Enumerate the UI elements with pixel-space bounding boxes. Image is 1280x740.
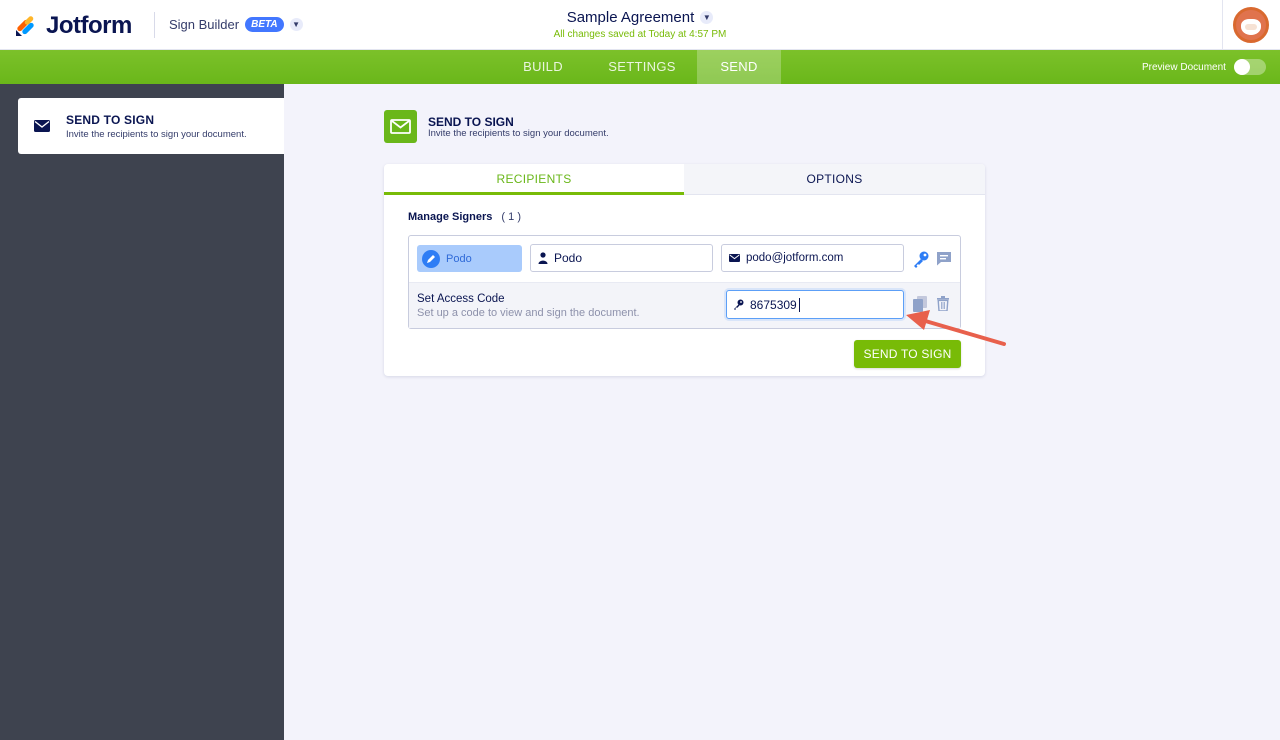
signer-chip[interactable]: Podo xyxy=(417,245,522,272)
signer-name-field[interactable]: Podo xyxy=(530,244,713,272)
text-cursor xyxy=(798,297,800,312)
key-icon xyxy=(734,299,744,310)
signer-email-field[interactable]: podo@jotform.com xyxy=(721,244,904,272)
send-panel: RECIPIENTS OPTIONS Manage Signers ( 1 ) … xyxy=(384,164,985,376)
preview-document-toggle[interactable] xyxy=(1233,59,1266,75)
envelope-icon xyxy=(34,120,50,132)
section-title: SEND TO SIGN xyxy=(428,115,514,129)
annotation-arrow-icon xyxy=(906,310,1006,346)
signer-count: ( 1 ) xyxy=(501,211,521,223)
left-sidebar: SEND TO SIGN Invite the recipients to si… xyxy=(0,84,284,740)
tab-settings[interactable]: SETTINGS xyxy=(598,50,686,84)
signer-card: Podo Podo podo@jotform.com Set Access Co… xyxy=(408,235,961,329)
envelope-icon xyxy=(729,254,740,262)
sidebar-item-description: Invite the recipients to sign your docum… xyxy=(66,129,247,140)
document-title-dropdown[interactable]: Sample Agreement ▼ xyxy=(567,9,714,26)
tab-options[interactable]: OPTIONS xyxy=(684,164,985,195)
access-code-input[interactable]: 8675309 xyxy=(726,290,904,319)
pen-icon xyxy=(422,249,440,268)
manage-signers-heading: Manage Signers ( 1 ) xyxy=(408,211,521,223)
access-code-title: Set Access Code xyxy=(417,293,505,305)
avatar[interactable] xyxy=(1233,7,1269,43)
preview-document-label: Preview Document xyxy=(1142,61,1226,73)
tab-send[interactable]: SEND xyxy=(697,50,781,84)
sidebar-item-send-to-sign[interactable]: SEND TO SIGN Invite the recipients to si… xyxy=(18,98,284,154)
signer-name-value: Podo xyxy=(554,251,583,265)
chevron-down-icon[interactable]: ▼ xyxy=(700,11,714,24)
document-title: Sample Agreement xyxy=(566,9,695,26)
access-code-description: Set up a code to view and sign the docum… xyxy=(417,307,640,319)
document-title-area: Sample Agreement ▼ All changes saved at … xyxy=(0,9,1280,40)
app-header: Jotform Sign Builder BETA ▼ Sample Agree… xyxy=(0,0,1280,50)
send-section-icon xyxy=(384,110,417,143)
tab-build[interactable]: BUILD xyxy=(504,50,582,84)
access-code-row: Set Access Code Set up a code to view an… xyxy=(409,282,960,328)
access-code-value: 8675309 xyxy=(750,297,797,312)
sidebar-item-title: SEND TO SIGN xyxy=(66,113,155,127)
user-menu[interactable] xyxy=(1222,0,1280,50)
envelope-icon xyxy=(390,119,411,134)
signer-chip-label: Podo xyxy=(446,252,472,265)
person-icon xyxy=(538,252,548,264)
key-icon[interactable] xyxy=(912,250,930,268)
preview-document-toggle-area: Preview Document xyxy=(1142,50,1266,84)
signer-email-value: podo@jotform.com xyxy=(746,252,844,264)
manage-signers-label: Manage Signers xyxy=(408,211,493,223)
message-icon[interactable] xyxy=(936,251,952,266)
section-description: Invite the recipients to sign your docum… xyxy=(428,128,609,139)
save-status: All changes saved at Today at 4:57 PM xyxy=(553,29,727,40)
builder-nav: BUILD SETTINGS SEND Preview Document xyxy=(0,50,1280,84)
tab-recipients[interactable]: RECIPIENTS xyxy=(384,164,684,195)
